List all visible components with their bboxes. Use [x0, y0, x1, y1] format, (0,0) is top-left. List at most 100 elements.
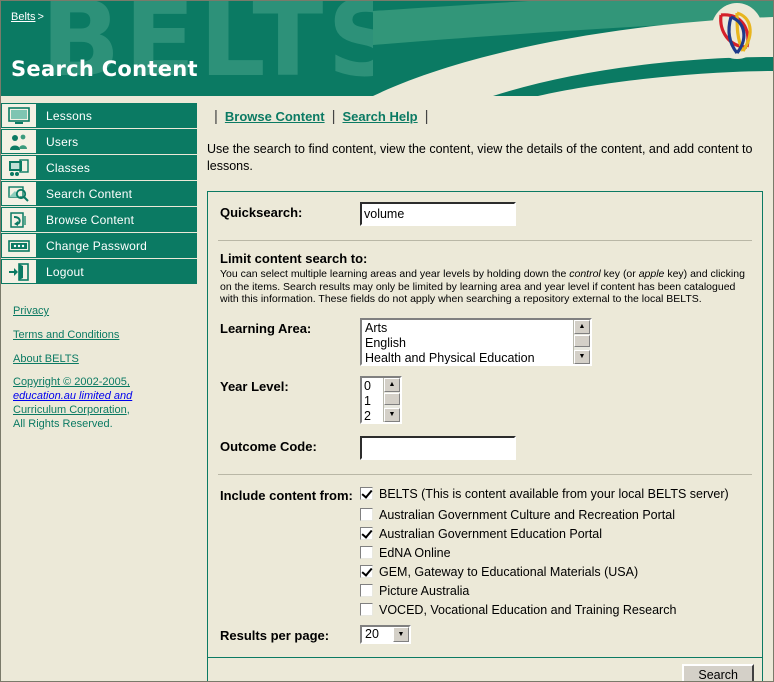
about-belts-link[interactable]: About BELTS: [13, 353, 79, 365]
outcome-code-input[interactable]: [360, 435, 516, 460]
copyright-block: Copyright © 2002-2005, education.au limi…: [1, 375, 197, 431]
learning-area-options[interactable]: Arts English Health and Physical Educati…: [362, 320, 573, 364]
learning-area-scrollbar[interactable]: ▲ ▼: [573, 319, 590, 364]
learning-area-option[interactable]: Health and Physical Education: [365, 351, 573, 364]
sidebar-item-label: Change Password: [37, 233, 197, 258]
copyright-line-4: All Rights Reserved.: [13, 418, 113, 430]
scroll-up-icon[interactable]: ▲: [574, 319, 590, 334]
source-label: BELTS (This is content available from yo…: [379, 486, 729, 501]
sidebar-item-label: Lessons: [37, 103, 197, 128]
page-header: BELTS Belts > Search Content: [1, 1, 773, 96]
year-level-label: Year Level:: [220, 378, 289, 394]
sidebar-item-users[interactable]: Users: [1, 129, 197, 155]
terms-and-conditions-link[interactable]: Terms and Conditions: [13, 329, 119, 341]
year-level-option[interactable]: 0: [364, 379, 383, 394]
search-form-panel: Quicksearch: Limit content search to: Yo…: [207, 191, 763, 681]
sidebar-footer-links: Privacy Terms and Conditions About BELTS: [1, 303, 197, 375]
year-level-listbox[interactable]: 0 1 2 ▲ ▼: [360, 375, 402, 424]
source-row: EdNA Online: [220, 546, 750, 560]
browse-icon: [1, 207, 37, 232]
source-label: Picture Australia: [379, 583, 470, 598]
classes-icon: [1, 155, 37, 180]
sidebar-item-label: Search Content: [37, 181, 197, 206]
include-content-label: Include content from:: [220, 487, 353, 503]
copyright-line-1[interactable]: Copyright © 2002-2005,: [13, 376, 130, 388]
learning-area-option[interactable]: Arts: [365, 321, 573, 336]
results-per-page-select[interactable]: 20 ▼: [360, 624, 411, 644]
source-row: Australian Government Education Portal: [220, 527, 750, 541]
quicksearch-label: Quicksearch:: [220, 205, 303, 220]
page-body: Lessons Users Classes Search Content Bro…: [1, 96, 773, 681]
copyright-line-3[interactable]: Curriculum Corporation: [13, 404, 127, 416]
source-row: GEM, Gateway to Educational Materials (U…: [220, 565, 750, 579]
source-checkbox-edna-online[interactable]: [360, 546, 373, 559]
scroll-down-icon[interactable]: ▼: [574, 349, 590, 364]
sidebar-item-change-password[interactable]: Change Password: [1, 233, 197, 259]
source-row: Include content from: BELTS (This is con…: [220, 485, 750, 503]
year-level-option[interactable]: 2: [364, 409, 383, 422]
breadcrumb-separator: >: [37, 11, 44, 23]
privacy-link[interactable]: Privacy: [13, 305, 49, 317]
limit-search-section: Limit content search to: You can select …: [208, 241, 762, 472]
quicksearch-row: Quicksearch:: [220, 202, 750, 226]
chevron-down-icon[interactable]: ▼: [393, 626, 409, 642]
source-checkbox-gem[interactable]: [360, 565, 373, 578]
year-level-options[interactable]: 0 1 2: [362, 378, 383, 422]
scroll-up-icon[interactable]: ▲: [384, 377, 400, 392]
belts-logo-icon: [711, 3, 763, 59]
source-label: VOCED, Vocational Education and Training…: [379, 602, 677, 617]
year-level-option[interactable]: 1: [364, 394, 383, 409]
outcome-code-label: Outcome Code:: [220, 438, 317, 454]
tab-divider: |: [331, 108, 336, 125]
help-italic-apple: apple: [638, 268, 665, 280]
sidebar-item-browse-content[interactable]: Browse Content: [1, 207, 197, 233]
scroll-down-icon[interactable]: ▼: [384, 407, 400, 422]
help-part-1: You can select multiple learning areas a…: [220, 268, 570, 280]
sidebar-item-search-content[interactable]: Search Content: [1, 181, 197, 207]
tab-search-help[interactable]: Search Help: [342, 109, 417, 124]
year-level-scrollbar[interactable]: ▲ ▼: [383, 377, 400, 422]
breadcrumb-link-belts[interactable]: Belts: [11, 11, 35, 23]
source-row: Australian Government Culture and Recrea…: [220, 508, 750, 522]
quicksearch-input[interactable]: [360, 202, 516, 226]
magnifier-icon: [1, 181, 37, 206]
scrollbar-thumb[interactable]: [384, 392, 400, 405]
limit-search-help-text: You can select multiple learning areas a…: [220, 268, 750, 306]
sidebar-item-lessons[interactable]: Lessons: [1, 103, 197, 129]
learning-area-listbox[interactable]: Arts English Health and Physical Educati…: [360, 317, 592, 366]
year-level-row: Year Level: 0 1 2 ▲ ▼: [220, 375, 750, 424]
learning-area-label: Learning Area:: [220, 320, 312, 336]
learning-area-row: Learning Area: Arts English Health and P…: [220, 317, 750, 366]
learning-area-option[interactable]: English: [365, 336, 573, 351]
source-row: VOCED, Vocational Education and Training…: [220, 603, 750, 617]
source-checkbox-picture-australia[interactable]: [360, 584, 373, 597]
sidebar-item-classes[interactable]: Classes: [1, 155, 197, 181]
source-checkbox-culture-recreation-portal[interactable]: [360, 508, 373, 521]
scrollbar-thumb[interactable]: [574, 334, 590, 347]
source-label: Australian Government Education Portal: [379, 526, 603, 541]
sidebar: Lessons Users Classes Search Content Bro…: [1, 96, 197, 431]
quicksearch-section: Quicksearch:: [208, 192, 762, 238]
sidebar-item-label: Users: [37, 129, 197, 154]
help-part-2: key (or: [600, 268, 639, 280]
exit-door-icon: [1, 259, 37, 284]
source-row: Picture Australia: [220, 584, 750, 598]
sidebar-item-logout[interactable]: Logout: [1, 259, 197, 285]
source-checkbox-belts[interactable]: [360, 487, 373, 500]
results-per-page-value: 20: [365, 626, 379, 641]
tab-browse-content[interactable]: Browse Content: [225, 109, 325, 124]
monitor-icon: [1, 103, 37, 128]
source-checkbox-voced[interactable]: [360, 603, 373, 616]
source-label: EdNA Online: [379, 545, 451, 560]
search-button[interactable]: Search: [682, 663, 754, 681]
results-per-page-label: Results per page:: [220, 628, 330, 643]
source-checkbox-education-portal[interactable]: [360, 527, 373, 540]
source-label: Australian Government Culture and Recrea…: [379, 507, 675, 522]
main-content: | Browse Content | Search Help | Use the…: [197, 96, 773, 681]
help-italic-control: control: [569, 268, 601, 280]
outcome-code-row: Outcome Code:: [220, 435, 750, 460]
limit-search-heading: Limit content search to:: [220, 251, 368, 266]
sidebar-item-label: Classes: [37, 155, 197, 180]
keypad-icon: [1, 233, 37, 258]
copyright-line-2[interactable]: education.au limited and: [13, 390, 132, 402]
